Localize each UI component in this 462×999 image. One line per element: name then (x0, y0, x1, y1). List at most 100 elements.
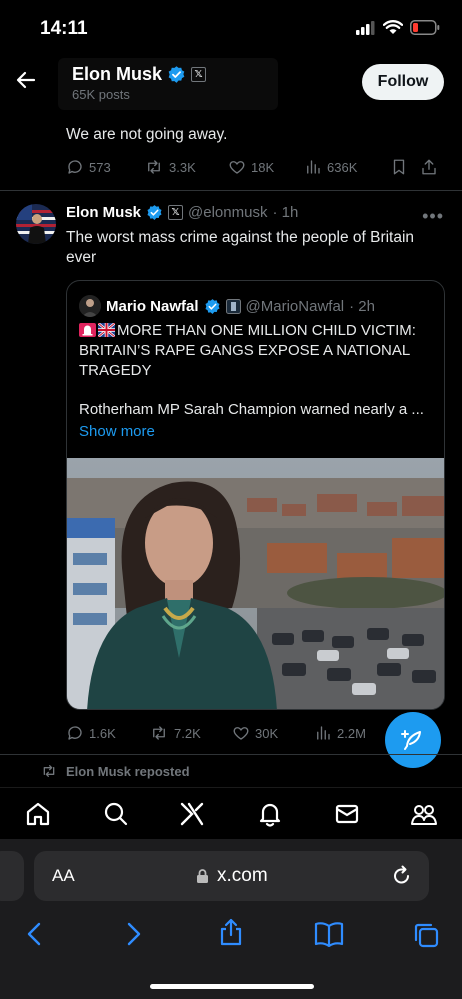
quote-body: Rotherham MP Sarah Champion warned nearl… (79, 401, 424, 418)
tab-grok[interactable] (178, 800, 206, 828)
wifi-icon (383, 20, 403, 34)
battery-icon (410, 20, 440, 35)
tab-messages[interactable] (333, 800, 361, 828)
lock-icon (197, 869, 208, 883)
bell-icon (259, 803, 281, 827)
status-bar: 14:11 (0, 0, 462, 56)
views-icon (317, 726, 330, 740)
reload-icon (394, 865, 409, 884)
tab-communities[interactable] (410, 800, 438, 828)
back-button[interactable] (14, 68, 40, 94)
browser-share-button[interactable] (218, 917, 244, 947)
like-count: 30K (255, 725, 279, 741)
repost-button[interactable]: 3.3K (144, 158, 228, 176)
address-bar[interactable]: AA x.com (34, 851, 429, 901)
show-more-link[interactable]: Show more (79, 423, 155, 440)
divider (0, 754, 462, 755)
home-icon (26, 802, 50, 826)
quote-headline-wrap: MORE THAN ONE MILLION CHILD VICTIM: BRIT… (79, 321, 434, 381)
reply-button[interactable]: 1.6K (66, 724, 149, 742)
browser-forward-button[interactable] (122, 921, 144, 947)
avatar-image (16, 204, 56, 244)
repost-icon (153, 726, 165, 740)
repost-icon (43, 765, 55, 777)
heart-icon (233, 727, 249, 740)
chevron-left-icon (27, 922, 41, 946)
home-indicator (150, 984, 314, 989)
search-icon (104, 802, 128, 826)
chevron-right-icon (127, 922, 141, 946)
verified-badge-icon (147, 205, 162, 220)
verified-badge-icon (205, 298, 220, 314)
reply-icon (68, 160, 82, 174)
profile-name: Elon Musk (72, 64, 163, 84)
x-affiliation-badge: 𝕏 (168, 205, 184, 220)
share-icon (220, 918, 242, 946)
bookmark-button[interactable] (390, 158, 420, 176)
tweet-actions: 1.6K 7.2K 30K 2.2M (66, 724, 386, 742)
compose-button[interactable] (385, 712, 441, 768)
book-icon (314, 922, 344, 947)
bottom-tab-bar (0, 787, 462, 839)
url-text: x.com (217, 865, 268, 886)
views-button[interactable]: 636K (304, 158, 390, 176)
like-button[interactable]: 18K (228, 158, 304, 176)
signal-icon (356, 20, 375, 35)
profile-header: Elon Musk 𝕏 65K posts Follow (0, 56, 462, 114)
status-icons (356, 20, 440, 35)
repost-icon (148, 160, 160, 174)
mail-icon (335, 804, 359, 824)
like-button[interactable]: 30K (232, 724, 314, 742)
quote-author-name: Mario Nawfal (106, 297, 199, 315)
repost-button[interactable]: 7.2K (149, 724, 232, 742)
quote-headline: MORE THAN ONE MILLION CHILD VICTIM: BRIT… (79, 322, 416, 379)
previous-tab-address-bar[interactable] (0, 851, 24, 901)
arrow-left-icon (16, 71, 36, 89)
share-button[interactable] (420, 158, 438, 176)
reply-icon (68, 726, 82, 740)
repost-banner: Elon Musk reposted (40, 763, 190, 779)
follow-button[interactable]: Follow (362, 64, 444, 100)
verified-badge-icon (168, 66, 185, 83)
reply-count: 573 (89, 159, 111, 175)
like-count: 18K (251, 159, 275, 175)
browser-tabs-button[interactable] (412, 921, 440, 949)
views-count: 2.2M (337, 725, 366, 741)
more-options-icon[interactable]: ••• (422, 206, 444, 227)
quoted-tweet[interactable]: Mario Nawfal @MarioNawfal · 2h MORE THAN… (66, 280, 445, 710)
repost-count: 3.3K (169, 159, 196, 175)
browser-bookmarks-button[interactable] (314, 921, 344, 947)
views-count: 636K (327, 159, 358, 175)
browser-toolbar: AA x.com (0, 839, 462, 999)
reader-options-button[interactable]: AA (52, 866, 75, 886)
author-name[interactable]: Elon Musk (66, 204, 141, 221)
share-icon (422, 159, 436, 175)
views-button[interactable]: 2.2M (314, 724, 366, 742)
heart-icon (229, 161, 245, 174)
avatar[interactable] (16, 204, 56, 244)
tab-search[interactable] (102, 800, 130, 828)
quote-header: Mario Nawfal @MarioNawfal · 2h (79, 295, 375, 317)
tweet-time: · 1h (272, 204, 299, 221)
reply-button[interactable]: 573 (66, 158, 144, 176)
compose-icon (401, 730, 421, 750)
repost-count: 7.2K (174, 725, 201, 741)
uk-flag-icon (98, 323, 115, 337)
quote-photo[interactable] (67, 458, 445, 710)
posts-count: 65K posts (72, 87, 130, 102)
quote-time: · 2h (349, 297, 375, 315)
profile-name-row: Elon Musk 𝕏 (72, 64, 207, 85)
tweet-text: The worst mass crime against the people … (66, 229, 415, 266)
views-icon (307, 160, 320, 174)
url-display[interactable]: x.com (196, 865, 268, 887)
browser-back-button[interactable] (24, 921, 46, 947)
quote-author-handle: @MarioNawfal (245, 297, 345, 315)
tweet-actions: 573 3.3K 18K 636K (66, 158, 446, 176)
communities-icon (411, 805, 437, 825)
tab-notifications[interactable] (256, 800, 284, 828)
tab-home[interactable] (24, 800, 52, 828)
author-handle[interactable]: @elonmusk (188, 204, 267, 221)
bookmark-icon (393, 159, 405, 175)
affiliate-badge-icon (225, 298, 241, 314)
reload-button[interactable] (391, 865, 413, 887)
